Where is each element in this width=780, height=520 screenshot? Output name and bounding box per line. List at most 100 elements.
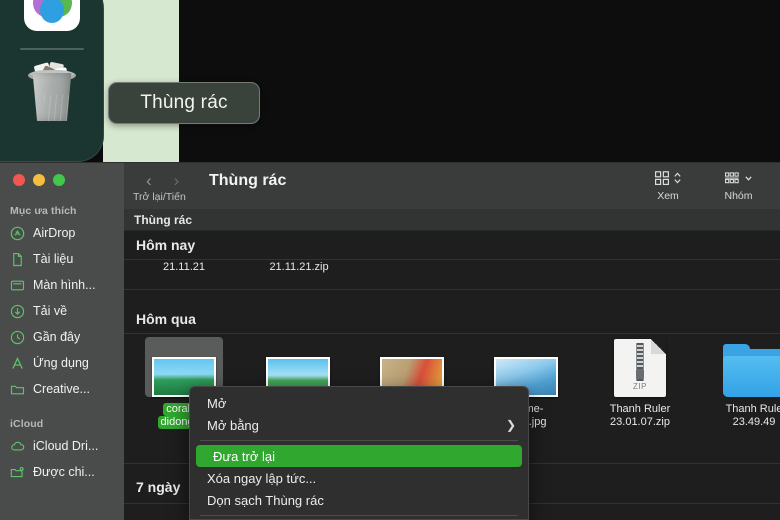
file-thumbnail xyxy=(715,337,780,397)
divider xyxy=(124,259,780,260)
folder-icon xyxy=(10,382,25,397)
sidebar-item-desktop[interactable]: Màn hình... xyxy=(0,272,124,298)
sidebar-item-label: Tải về xyxy=(33,304,68,318)
document-icon xyxy=(10,252,25,267)
file-label[interactable]: 21.11.21.zip xyxy=(239,261,359,273)
desktop-icon xyxy=(10,278,25,293)
zipper-pull xyxy=(636,369,644,379)
dock-divider xyxy=(20,48,84,50)
group-button[interactable]: Nhóm xyxy=(724,169,753,202)
sidebar-item-label: AirDrop xyxy=(33,226,76,240)
screen: Thùng rác Mục ưa thích AirDrop Tài liệu … xyxy=(0,0,780,520)
file-name: Thanh Rule 23.49.49 xyxy=(715,403,780,429)
group-button-label: Nhóm xyxy=(724,190,753,202)
page-title: Thùng rác xyxy=(209,172,287,189)
download-icon xyxy=(10,304,25,319)
divider xyxy=(124,289,780,290)
sidebar-item-label: Màn hình... xyxy=(33,278,96,292)
context-menu-item-empty-trash[interactable]: Dọn sạch Thùng rác xyxy=(190,489,528,511)
maximize-button[interactable] xyxy=(53,174,65,186)
context-menu-item-open-with[interactable]: Mở bằng ❯ xyxy=(190,414,528,436)
shared-folder-icon xyxy=(10,465,25,480)
finder-sidebar: Mục ưa thích AirDrop Tài liệu Màn hình..… xyxy=(0,163,124,520)
sidebar-item-label: Tài liệu xyxy=(33,252,74,266)
grid-view-icon xyxy=(654,169,682,187)
sidebar-item-label: Ứng dụng xyxy=(33,356,89,370)
file-item[interactable]: Thanh Rule 23.49.49 xyxy=(715,337,780,429)
sidebar-item-recents[interactable]: Gần đây xyxy=(0,324,124,350)
today-row: 21.11.21 21.11.21.zip xyxy=(124,261,780,283)
context-menu-separator xyxy=(200,515,518,516)
photos-app-icon-petal-blue xyxy=(40,0,64,23)
back-icon[interactable]: ‹ xyxy=(146,171,152,191)
sidebar-item-label: iCloud Dri... xyxy=(33,439,99,453)
section-header-today: Hôm nay xyxy=(136,237,196,253)
dock-tooltip: Thùng rác xyxy=(108,82,260,124)
sidebar-item-downloads[interactable]: Tải về xyxy=(0,298,124,324)
dock[interactable] xyxy=(0,0,104,162)
sidebar-item-icloud-drive[interactable]: iCloud Dri... xyxy=(0,433,124,459)
file-item[interactable]: ZIP Thanh Ruler 23.01.07.zip xyxy=(601,337,679,429)
sidebar-item-airdrop[interactable]: AirDrop xyxy=(0,220,124,246)
sidebar-icloud-list: iCloud Dri... Được chi... xyxy=(0,433,124,485)
trash-full-icon[interactable] xyxy=(22,59,82,121)
breadcrumb[interactable]: Thùng rác xyxy=(124,209,780,231)
finder-toolbar: ‹ › Trở lại/Tiến Thùng rác Xem Nhóm xyxy=(124,163,780,209)
desktop-wallpaper-green-strip xyxy=(103,0,179,162)
divider xyxy=(124,333,780,334)
context-menu-item-label: Xóa ngay lập tức... xyxy=(207,470,317,486)
file-name-line2: 23.49.49 xyxy=(732,416,776,428)
context-menu-item-put-back[interactable]: Đưa trở lại xyxy=(196,445,522,467)
sidebar-item-shared[interactable]: Được chi... xyxy=(0,459,124,485)
sidebar-item-applications[interactable]: Ứng dụng xyxy=(0,350,124,376)
sidebar-item-label: Creative... xyxy=(33,382,90,396)
clock-icon xyxy=(10,330,25,345)
context-menu[interactable]: Mở Mở bằng ❯ Đưa trở lại Xóa ngay lập tứ… xyxy=(189,386,529,520)
desktop-wallpaper-dark xyxy=(178,0,780,162)
file-name-line2: 23.01.07.zip xyxy=(610,416,670,428)
dock-tooltip-label: Thùng rác xyxy=(140,92,228,113)
context-menu-item-label: Mở bằng xyxy=(207,417,259,433)
sidebar-favorites-list: AirDrop Tài liệu Màn hình... Tải về Gần … xyxy=(0,220,124,402)
section-header-yesterday: Hôm qua xyxy=(136,311,196,327)
minimize-button[interactable] xyxy=(33,174,45,186)
sidebar-item-creative[interactable]: Creative... xyxy=(0,376,124,402)
context-menu-item-open[interactable]: Mở xyxy=(190,392,528,414)
chevron-updown-icon xyxy=(674,172,681,184)
file-name-line1: Thanh Rule xyxy=(725,403,780,415)
context-menu-item-delete-immediately[interactable]: Xóa ngay lập tức... xyxy=(190,467,528,489)
nav-caption: Trở lại/Tiến xyxy=(133,191,186,203)
close-button[interactable] xyxy=(13,174,25,186)
sidebar-header-icloud: iCloud xyxy=(10,418,44,430)
folder-front xyxy=(723,356,780,397)
sidebar-header-favorites: Mục ưa thích xyxy=(10,205,77,217)
dock-inner xyxy=(0,0,103,161)
file-label[interactable]: 21.11.21 xyxy=(139,261,229,273)
sidebar-item-label: Gần đây xyxy=(33,330,81,344)
chevron-right-icon: ❯ xyxy=(505,418,516,432)
folder-icon xyxy=(723,344,780,397)
photos-app-icon[interactable] xyxy=(24,0,80,31)
context-menu-item-label: Dọn sạch Thùng rác xyxy=(207,492,324,508)
window-controls[interactable] xyxy=(13,174,65,186)
nav-buttons[interactable]: ‹ › xyxy=(146,171,179,191)
trash-body xyxy=(32,73,72,121)
context-menu-separator xyxy=(200,440,518,441)
group-icon xyxy=(724,169,753,187)
chevron-down-icon xyxy=(745,176,752,181)
view-button-label: Xem xyxy=(657,190,679,202)
view-button[interactable]: Xem xyxy=(654,169,682,202)
airdrop-icon xyxy=(10,226,25,241)
sidebar-item-documents[interactable]: Tài liệu xyxy=(0,246,124,272)
zip-file-icon: ZIP xyxy=(614,339,666,397)
trash-texture xyxy=(44,95,72,121)
file-name: Thanh Ruler 23.01.07.zip xyxy=(601,403,679,429)
applications-icon xyxy=(10,356,25,371)
context-menu-item-label: Mở xyxy=(207,395,227,411)
zip-label: ZIP xyxy=(633,382,647,391)
sidebar-item-label: Được chi... xyxy=(33,465,95,479)
cloud-icon xyxy=(10,439,25,454)
forward-icon[interactable]: › xyxy=(174,171,180,191)
context-menu-item-label: Đưa trở lại xyxy=(213,448,276,464)
page-fold xyxy=(651,339,666,354)
